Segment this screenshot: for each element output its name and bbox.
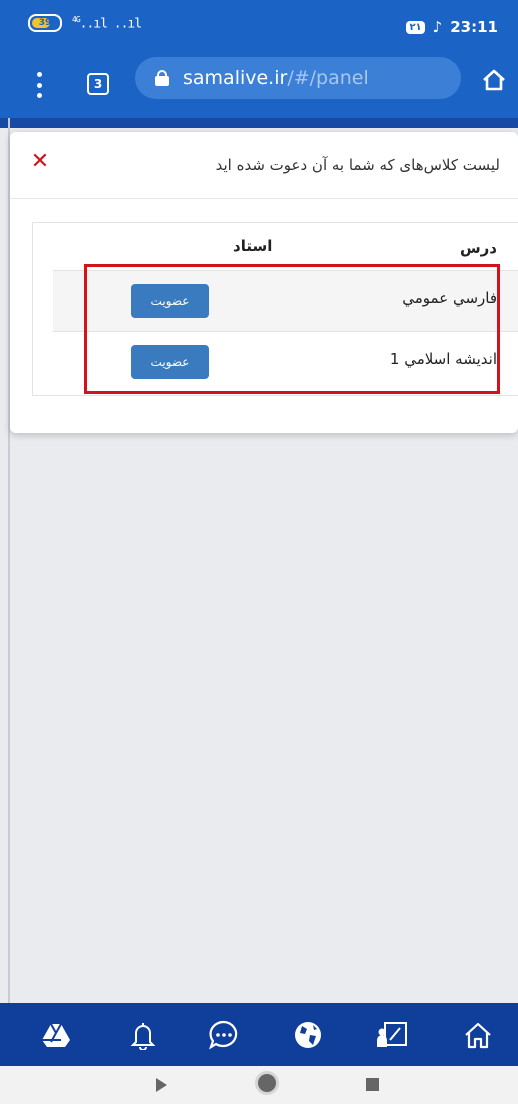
address-bar[interactable]: samalive.ir/#/panel [135,57,461,99]
column-header-course: درس [459,239,497,257]
menu-icon[interactable] [37,72,43,98]
header-strip [0,118,518,128]
battery-level: 39 [38,18,52,28]
modal-header: لیست کلاس‌های که شما به آن دعوت شده اید … [10,132,518,199]
status-bar: 39 4G..ıl ..ıl ۲۱ ♪ 23:11 [0,0,518,54]
home-nav-icon[interactable] [460,1017,496,1053]
tiktok-icon: ♪ [432,18,443,36]
recents-icon[interactable] [366,1078,379,1091]
tab-count-button[interactable]: 3 [87,73,109,95]
bottom-navigation [0,1003,518,1066]
chat-icon[interactable] [206,1017,242,1053]
globe-icon[interactable] [290,1017,326,1053]
clock: 23:11 [450,18,498,36]
notification-badge: ۲۱ [406,20,425,34]
browser-toolbar: 3 samalive.ir/#/panel [0,54,518,118]
classroom-icon[interactable] [374,1017,410,1053]
signal-icon: 4G..ıl ..ıl [72,14,142,32]
modal-title: لیست کلاس‌های که شما به آن دعوت شده اید [215,156,500,174]
column-header-teacher: استاد [233,237,273,255]
status-left: 39 4G..ıl ..ıl [28,14,142,32]
status-right: ۲۱ ♪ 23:11 [406,18,498,36]
system-home-icon[interactable] [258,1074,276,1092]
system-navigation [0,1066,518,1104]
url-domain: samalive.ir [183,67,288,89]
home-icon[interactable] [480,66,508,94]
drive-icon[interactable] [38,1017,74,1053]
close-icon[interactable]: ✕ [30,149,50,174]
back-icon[interactable] [156,1078,167,1092]
annotation-highlight-box [84,264,500,394]
bell-icon[interactable] [125,1017,161,1053]
lock-icon [155,70,169,86]
battery-icon: 39 [28,14,62,32]
url-path: /#/panel [287,67,369,89]
